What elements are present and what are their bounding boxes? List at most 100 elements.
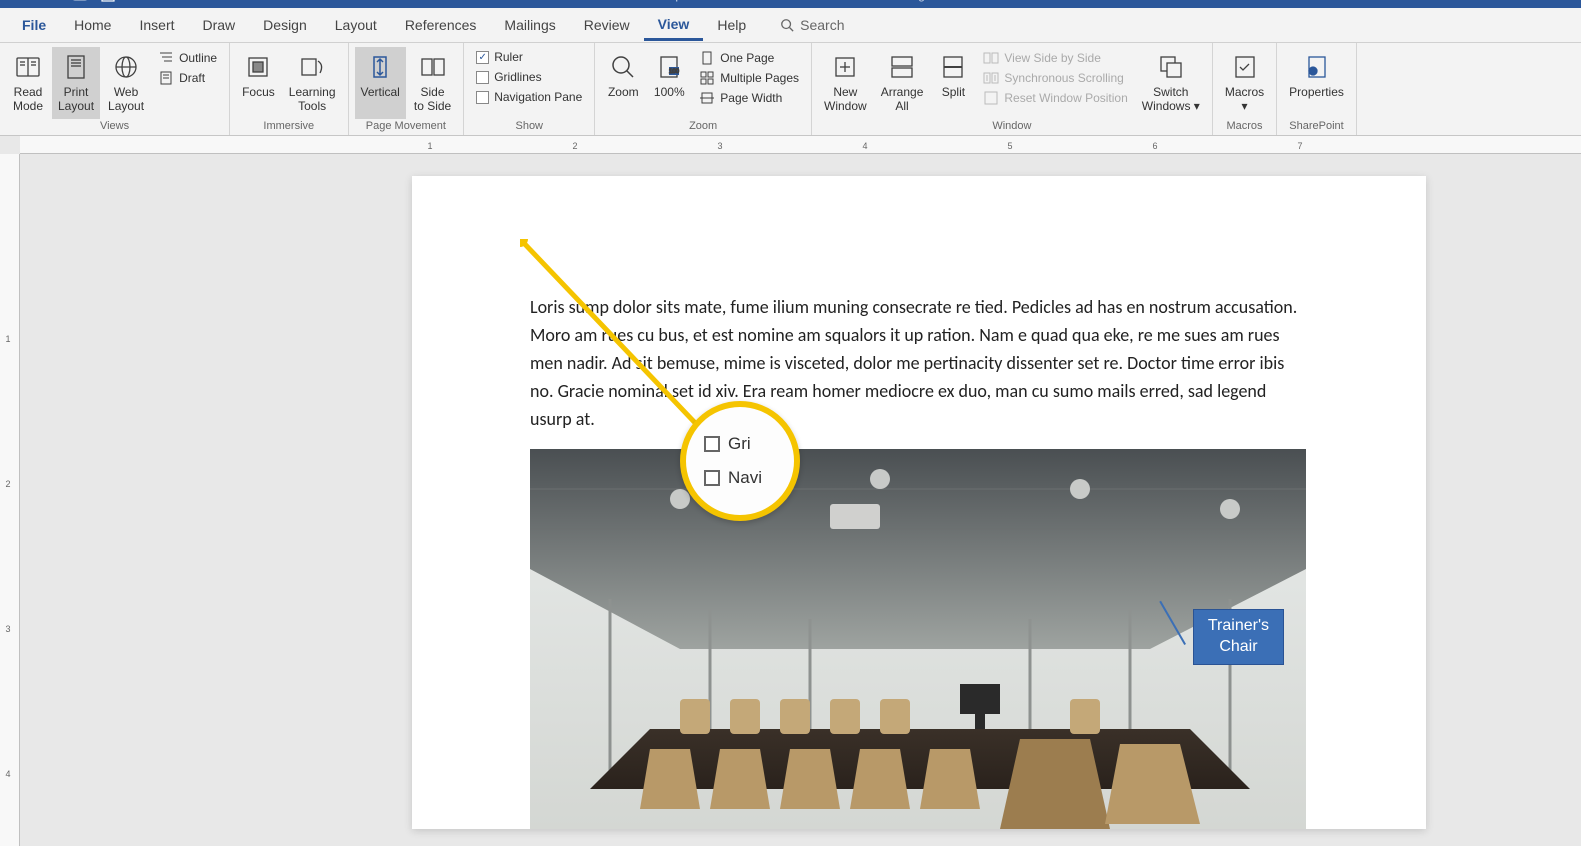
focus-icon bbox=[242, 51, 274, 83]
document-paragraph[interactable]: Loris sump dolor sits mate, fume ilium m… bbox=[530, 294, 1308, 433]
checkbox-checked-icon bbox=[476, 51, 489, 64]
menu-bar: File Home Insert Draw Design Layout Refe… bbox=[0, 8, 1581, 43]
draft-icon bbox=[158, 70, 174, 86]
read-mode-button[interactable]: Read Mode bbox=[6, 47, 50, 119]
print-layout-icon bbox=[60, 51, 92, 83]
vertical-ruler[interactable]: 1 2 3 4 bbox=[0, 154, 20, 846]
checkbox-icon bbox=[476, 91, 489, 104]
split-button[interactable]: Split bbox=[931, 47, 975, 119]
side-to-side-icon bbox=[417, 51, 449, 83]
immersive-group-label: Immersive bbox=[236, 119, 341, 133]
show-group-label: Show bbox=[470, 119, 588, 133]
group-immersive: Focus Learning Tools Immersive bbox=[230, 43, 348, 135]
one-page-icon bbox=[699, 50, 715, 66]
switch-windows-icon bbox=[1155, 51, 1187, 83]
menu-view[interactable]: View bbox=[644, 10, 704, 41]
one-page-button[interactable]: One Page bbox=[697, 49, 801, 67]
checkbox-icon bbox=[704, 436, 720, 452]
new-window-icon bbox=[829, 51, 861, 83]
multiple-pages-icon bbox=[699, 70, 715, 86]
menu-draw[interactable]: Draw bbox=[189, 11, 250, 39]
group-macros: Macros ▾ Macros bbox=[1213, 43, 1277, 135]
side-by-side-icon bbox=[983, 50, 999, 66]
group-zoom: Zoom 100 100% One Page Multiple Pages Pa… bbox=[595, 43, 812, 135]
menu-references[interactable]: References bbox=[391, 11, 491, 39]
macros-button[interactable]: Macros ▾ bbox=[1219, 47, 1270, 119]
sharepoint-group-label: SharePoint bbox=[1283, 119, 1350, 133]
read-mode-icon bbox=[12, 51, 44, 83]
group-page-movement: Vertical Side to Side Page Movement bbox=[349, 43, 465, 135]
page-width-button[interactable]: Page Width bbox=[697, 89, 801, 107]
undo-icon[interactable]: ↶ bbox=[126, 0, 146, 5]
document-image[interactable]: Trainer's Chair bbox=[530, 449, 1306, 829]
magnifier-navigation-row: Navi bbox=[704, 468, 794, 488]
macros-icon bbox=[1229, 51, 1261, 83]
learning-tools-button[interactable]: Learning Tools bbox=[283, 47, 342, 119]
group-views: Read Mode Print Layout Web Layout Outlin… bbox=[0, 43, 230, 135]
document-area: 1 2 3 4 5 6 7 1 2 3 4 Loris sump dolor s… bbox=[0, 136, 1581, 846]
sync-scroll-icon bbox=[983, 70, 999, 86]
group-window: New Window Arrange All Split View Side b… bbox=[812, 43, 1213, 135]
autosave-label: AutoSave bbox=[10, 0, 62, 2]
zoom-button[interactable]: Zoom bbox=[601, 47, 645, 119]
reset-position-icon bbox=[983, 90, 999, 106]
gridlines-checkbox[interactable]: Gridlines bbox=[474, 69, 584, 85]
document-page[interactable]: Loris sump dolor sits mate, fume ilium m… bbox=[412, 176, 1426, 829]
menu-mailings[interactable]: Mailings bbox=[490, 11, 569, 39]
zoom-100-icon: 100 bbox=[653, 51, 685, 83]
group-show: Ruler Gridlines Navigation Pane Show bbox=[464, 43, 595, 135]
view-side-by-side-button: View Side by Side bbox=[981, 49, 1129, 67]
callout-box[interactable]: Trainer's Chair bbox=[1193, 609, 1284, 665]
reset-position-button: Reset Window Position bbox=[981, 89, 1129, 107]
title-bar: AutoSave ↶ ↷ Loris sump dolor sits mate … bbox=[0, 0, 1581, 8]
redo-icon[interactable]: ↷ bbox=[154, 0, 174, 5]
zoom-group-label: Zoom bbox=[601, 119, 805, 133]
web-layout-icon bbox=[110, 51, 142, 83]
document-filename: Loris sump dolor sits mate 15.docx bbox=[623, 0, 808, 2]
outline-button[interactable]: Outline bbox=[156, 49, 219, 67]
magnifier-gridlines-row: Gri bbox=[704, 434, 794, 454]
navigation-pane-checkbox[interactable]: Navigation Pane bbox=[474, 89, 584, 105]
magnifier-overlay: Gri Navi bbox=[680, 401, 800, 521]
autosave-toggle[interactable] bbox=[70, 0, 90, 5]
print-layout-button[interactable]: Print Layout bbox=[52, 47, 100, 119]
search-icon bbox=[780, 18, 794, 32]
horizontal-ruler[interactable]: 1 2 3 4 5 6 7 bbox=[20, 136, 1581, 154]
web-layout-button[interactable]: Web Layout bbox=[102, 47, 150, 119]
new-window-button[interactable]: New Window bbox=[818, 47, 873, 119]
menu-insert[interactable]: Insert bbox=[125, 11, 188, 39]
window-group-label: Window bbox=[818, 119, 1206, 133]
draft-button[interactable]: Draft bbox=[156, 69, 219, 87]
menu-home[interactable]: Home bbox=[60, 11, 125, 39]
menu-file[interactable]: File bbox=[8, 11, 60, 39]
checkbox-icon bbox=[704, 470, 720, 486]
multiple-pages-button[interactable]: Multiple Pages bbox=[697, 69, 801, 87]
zoom-100-button[interactable]: 100 100% bbox=[647, 47, 691, 119]
zoom-icon bbox=[607, 51, 639, 83]
save-icon[interactable] bbox=[98, 0, 118, 5]
macros-group-label: Macros bbox=[1219, 119, 1270, 133]
menu-layout[interactable]: Layout bbox=[321, 11, 391, 39]
menu-review[interactable]: Review bbox=[570, 11, 644, 39]
vertical-button[interactable]: Vertical bbox=[355, 47, 406, 119]
page-width-icon bbox=[699, 90, 715, 106]
split-icon bbox=[937, 51, 969, 83]
page-movement-group-label: Page Movement bbox=[355, 119, 458, 133]
views-group-label: Views bbox=[6, 119, 223, 133]
vertical-icon bbox=[364, 51, 396, 83]
switch-windows-button[interactable]: Switch Windows ▾ bbox=[1136, 47, 1206, 119]
menu-help[interactable]: Help bbox=[703, 11, 760, 39]
arrange-all-button[interactable]: Arrange All bbox=[875, 47, 930, 119]
search-box[interactable]: Search bbox=[780, 17, 844, 33]
group-sharepoint: S Properties SharePoint bbox=[1277, 43, 1357, 135]
svg-text:S: S bbox=[1311, 70, 1315, 76]
last-modified: Last Modified: August 16 bbox=[826, 0, 957, 2]
side-to-side-button[interactable]: Side to Side bbox=[408, 47, 457, 119]
menu-design[interactable]: Design bbox=[249, 11, 321, 39]
focus-button[interactable]: Focus bbox=[236, 47, 281, 119]
outline-icon bbox=[158, 50, 174, 66]
properties-button[interactable]: S Properties bbox=[1283, 47, 1350, 119]
ruler-checkbox[interactable]: Ruler bbox=[474, 49, 584, 65]
checkbox-icon bbox=[476, 71, 489, 84]
svg-text:100: 100 bbox=[669, 69, 680, 75]
